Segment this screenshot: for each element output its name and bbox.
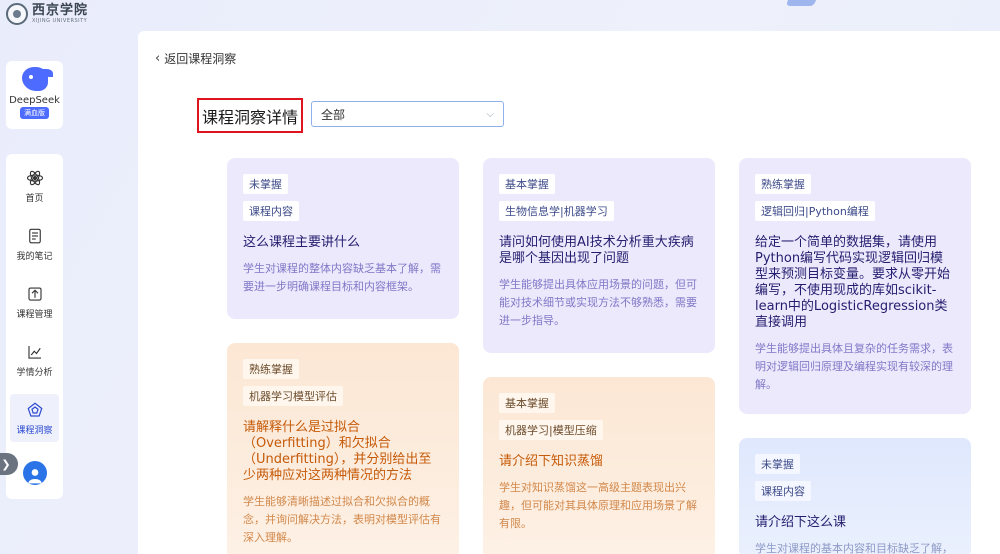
card-description: 学生能够清晰描述过拟合和欠拟合的概念，并询问解决方法，表明对模型评估有深入理解。 — [243, 495, 441, 544]
sidebar-item-notes[interactable]: 我的笔记 — [10, 220, 59, 268]
mastery-tag: 未掌握 — [755, 454, 800, 474]
upload-icon — [27, 286, 42, 301]
sidebar-item-insight[interactable]: 课程洞察 — [10, 394, 59, 442]
mastery-tag: 基本掌握 — [499, 174, 555, 194]
card-question: 请介绍下知识蒸馏 — [499, 454, 604, 469]
deepseek-name: DeepSeek — [9, 95, 60, 106]
topic-tag: 生物信息学|机器学习 — [499, 201, 614, 221]
chart-icon — [27, 345, 41, 359]
atom-icon — [26, 170, 43, 185]
card-description: 学生能够提出具体应用场景的问题，但可能对技术细节或实现方法不够熟悉，需要进一步指… — [499, 278, 697, 327]
insight-card[interactable]: 未掌握 课程内容 请介绍下这么课 学生对课程的基本内容和目标缺乏了解，需要进一步… — [739, 438, 971, 554]
mastery-tag: 基本掌握 — [499, 393, 555, 413]
sidebar-item-home[interactable]: 首页 — [10, 162, 59, 210]
card-question: 请介绍下这么课 — [755, 515, 847, 530]
card-question: 给定一个简单的数据集，请使用Python编写代码实现逻辑回归模型来预测目标变量。… — [755, 235, 951, 330]
page-title: 课程洞察详情 — [202, 107, 299, 127]
mastery-tag: 熟练掌握 — [755, 174, 811, 194]
card-question: 请问如何使用AI技术分析重大疾病是哪个基因出现了问题 — [499, 235, 694, 266]
deepseek-entry[interactable]: DeepSeek 满血版 — [6, 61, 63, 129]
user-icon — [28, 469, 42, 484]
insight-card[interactable]: 基本掌握 生物信息学|机器学习 请问如何使用AI技术分析重大疾病是哪个基因出现了… — [483, 158, 715, 353]
sidebar-item-analysis[interactable]: 学情分析 — [10, 336, 59, 384]
pentagon-icon — [27, 401, 42, 417]
back-button[interactable]: ‹ 返回课程洞察 — [155, 50, 236, 67]
card-description: 学生能够提出具体且复杂的任务需求，表明对逻辑回归原理及编程实现有较深的理解。 — [755, 342, 953, 391]
sidebar-item-course-management[interactable]: 课程管理 — [10, 278, 59, 326]
topic-tag: 逻辑回归|Python编程 — [755, 201, 875, 221]
topic-tag: 课程内容 — [243, 201, 299, 221]
mastery-tag: 熟练掌握 — [243, 359, 299, 379]
topic-tag: 课程内容 — [755, 481, 811, 501]
university-logo: 西京学院 XIJING UNIVERSITY — [6, 3, 88, 25]
user-avatar[interactable] — [23, 461, 47, 485]
deepseek-whale-icon — [21, 67, 53, 91]
topic-tag: 机器学习|模型压缩 — [499, 420, 603, 440]
sidebar-item-label: 我的笔记 — [16, 251, 53, 262]
sidebar-item-label: 学情分析 — [16, 367, 53, 378]
insight-card[interactable]: 熟练掌握 机器学习模型评估 请解释什么是过拟合（Overfitting）和欠拟合… — [227, 343, 459, 554]
sidebar-nav: 首页 我的笔记 课程管理 学情分析 课程洞察 — [6, 154, 63, 499]
filter-selected-value: 全部 — [321, 107, 346, 122]
sidebar-item-label: 首页 — [25, 193, 44, 204]
sidebar-item-label: 课程管理 — [16, 309, 53, 320]
mastery-tag: 未掌握 — [243, 174, 288, 194]
chevron-right-icon: ❯ — [1, 457, 11, 471]
university-seal-icon — [6, 3, 28, 25]
university-name-cn: 西京学院 — [32, 3, 89, 18]
sidebar-item-label: 课程洞察 — [16, 425, 53, 436]
filter-select[interactable]: 全部 ⌵ — [311, 101, 504, 127]
topic-tag: 机器学习模型评估 — [243, 386, 343, 406]
card-description: 学生对知识蒸馏这一高级主题表现出兴趣，但可能对其具体原理和应用场景了解有限。 — [499, 481, 697, 530]
card-description: 学生对课程的基本内容和目标缺乏了解，需要进一步的课程介绍。 — [755, 542, 953, 554]
insight-card[interactable]: 熟练掌握 逻辑回归|Python编程 给定一个简单的数据集，请使用Python编… — [739, 158, 971, 414]
page-title-box: 课程洞察详情 — [197, 98, 304, 133]
university-name-en: XIJING UNIVERSITY — [32, 18, 88, 24]
decorative-shape — [785, 0, 819, 6]
card-question: 请解释什么是过拟合（Overfitting）和欠拟合（Underfitting）… — [243, 420, 432, 483]
card-description: 学生对课程的整体内容缺乏基本了解，需要进一步明确课程目标和内容框架。 — [243, 262, 441, 293]
back-label: 返回课程洞察 — [164, 52, 237, 66]
insight-card[interactable]: 未掌握 课程内容 这么课程主要讲什么 学生对课程的整体内容缺乏基本了解，需要进一… — [227, 158, 459, 319]
chevron-left-icon: ‹ — [155, 51, 161, 66]
insight-card[interactable]: 基本掌握 机器学习|模型压缩 请介绍下知识蒸馏 学生对知识蒸馏这一高级主题表现出… — [483, 377, 715, 554]
main-panel: ‹ 返回课程洞察 课程洞察详情 全部 ⌵ 未掌握 课程内容 这么课程主要讲什么 … — [138, 31, 1000, 554]
chevron-down-icon: ⌵ — [486, 108, 494, 120]
notes-icon — [28, 228, 41, 243]
deepseek-badge: 满血版 — [20, 107, 49, 119]
card-question: 这么课程主要讲什么 — [243, 235, 361, 250]
